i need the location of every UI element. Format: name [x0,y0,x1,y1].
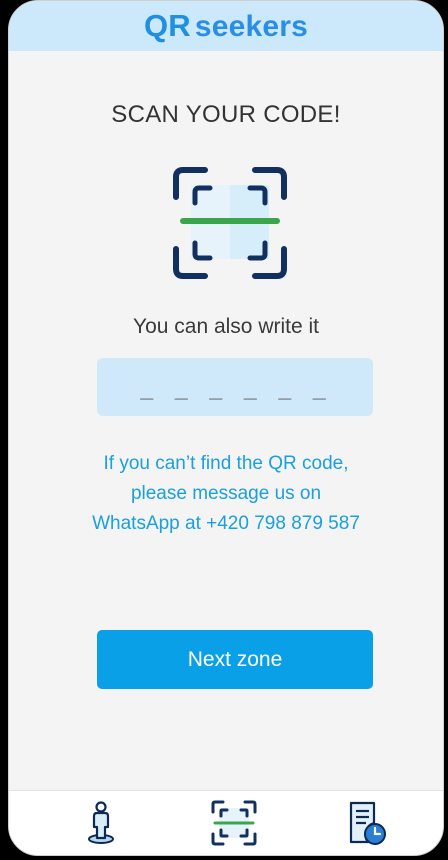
app-logo: QR seekers [144,8,308,44]
help-line: If you can’t find the QR code, [103,453,349,474]
history-document-icon[interactable] [342,799,390,847]
help-line: please message us on [130,483,322,504]
logo-qr: QR [143,8,191,43]
next-zone-button[interactable]: Next zone [97,630,373,689]
help-line-whatsapp[interactable]: WhatsApp at +420 798 879 587 [69,509,383,539]
qr-scan-icon[interactable] [210,799,258,847]
logo-seekers: seekers [194,10,309,43]
help-text: If you can’t find the QR code, please me… [69,449,383,539]
manual-entry-label: You can also write it [133,315,319,338]
code-input[interactable]: _ _ _ _ _ _ [97,358,373,416]
page-title: SCAN YOUR CODE! [111,101,341,128]
phone-frame: QR seekers SCAN YOUR CODE! You can also … [8,0,444,856]
bottom-nav [9,790,443,855]
app-header: QR seekers [9,1,443,51]
qr-scan-icon[interactable] [173,167,287,279]
person-location-icon[interactable] [77,799,125,847]
